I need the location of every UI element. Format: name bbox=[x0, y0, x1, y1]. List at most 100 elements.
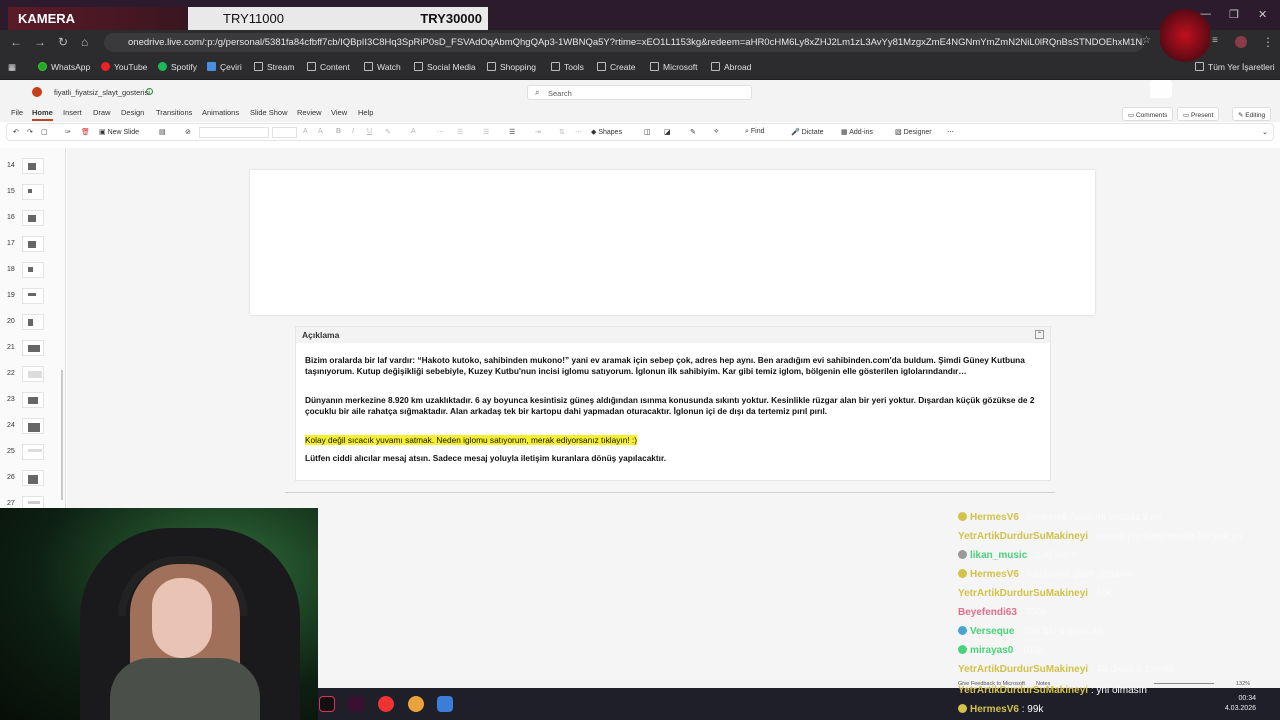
bookmark-tools[interactable]: Tools bbox=[551, 62, 584, 72]
tab-home[interactable]: Home bbox=[32, 108, 53, 121]
font-color-icon[interactable]: A bbox=[411, 128, 416, 135]
search-input[interactable]: ⌕ Search bbox=[527, 85, 752, 100]
underline-icon[interactable]: U bbox=[367, 128, 372, 135]
bookmark-create[interactable]: Create bbox=[597, 62, 636, 72]
direction-icon[interactable]: ⇅ bbox=[559, 128, 565, 136]
align-icon[interactable]: ☰ bbox=[509, 128, 515, 136]
fill-icon[interactable]: ◪ bbox=[664, 128, 671, 136]
delete-icon[interactable]: 🗑 bbox=[81, 128, 90, 136]
current-slide[interactable] bbox=[250, 170, 1095, 315]
apps-icon[interactable]: ▦ bbox=[8, 62, 16, 73]
reload-icon[interactable]: ↻ bbox=[58, 35, 68, 49]
clipboard-icon[interactable]: ▢ bbox=[41, 128, 48, 136]
font-size-select[interactable] bbox=[272, 127, 297, 138]
bookmark-stream[interactable]: Stream bbox=[254, 62, 294, 72]
font-size-up-icon[interactable]: A bbox=[303, 128, 308, 135]
notes-pane[interactable]: Açıklama ⌃ Bizim oralarda bir laf vardır… bbox=[295, 326, 1051, 481]
tab-file[interactable]: File bbox=[11, 108, 23, 117]
designer-button[interactable]: ▧ Designer bbox=[895, 128, 932, 136]
indent-icon[interactable]: ⇥ bbox=[535, 128, 541, 136]
notes-paragraph-2: Dünyanın merkezine 8.920 km uzaklıktadır… bbox=[305, 395, 1035, 416]
arrange-icon[interactable]: ◫ bbox=[644, 128, 651, 136]
numbering-icon[interactable]: ☰ bbox=[483, 128, 489, 136]
chat-badge-icon bbox=[958, 645, 967, 654]
redo-icon[interactable]: ↷ bbox=[27, 128, 33, 136]
folder-icon bbox=[597, 62, 606, 71]
thumbnail-slide-22[interactable]: 22 bbox=[0, 364, 60, 388]
thumbnail-slide-15[interactable]: 15 bbox=[0, 182, 60, 206]
tab-view[interactable]: View bbox=[331, 108, 347, 117]
layout-icon[interactable]: ▤ bbox=[159, 128, 166, 136]
document-title[interactable]: fiyatli_fiyatsiz_slayt_gosterisi bbox=[54, 88, 150, 97]
collapse-notes-icon[interactable]: ⌃ bbox=[1035, 330, 1044, 339]
thumbnail-slide-20[interactable]: 20 bbox=[0, 312, 60, 336]
thumbnail-slide-26[interactable]: 26 bbox=[0, 468, 60, 492]
back-icon[interactable]: ← bbox=[10, 35, 22, 49]
bullets-icon[interactable]: ☰ bbox=[457, 128, 463, 136]
app-icon[interactable] bbox=[348, 696, 364, 712]
thumbnail-scrollbar[interactable] bbox=[61, 370, 63, 500]
notes-header: Açıklama ⌃ bbox=[296, 327, 1050, 343]
format-painter-icon[interactable]: ✑ bbox=[65, 128, 71, 136]
tab-help[interactable]: Help bbox=[358, 108, 373, 117]
more-options-icon[interactable]: ⋯ bbox=[947, 128, 954, 136]
home-icon[interactable]: ⌂ bbox=[81, 35, 88, 49]
tab-insert[interactable]: Insert bbox=[63, 108, 82, 117]
thumbnail-slide-25[interactable]: 25 bbox=[0, 442, 60, 466]
tab-draw[interactable]: Draw bbox=[93, 108, 111, 117]
highlight-icon[interactable]: ✎ bbox=[385, 128, 391, 136]
clear-formatting-icon[interactable]: ⊘ bbox=[185, 128, 191, 136]
thumbnail-slide-21[interactable]: 21 bbox=[0, 338, 60, 362]
bookmark-watch[interactable]: Watch bbox=[364, 62, 401, 72]
bookmark-shopping[interactable]: Shopping bbox=[487, 62, 536, 72]
italic-icon[interactable]: I bbox=[352, 128, 354, 135]
tab-slide-show[interactable]: Slide Show bbox=[250, 108, 288, 117]
chat-badge-icon bbox=[958, 512, 967, 521]
thumbnail-slide-18[interactable]: 18 bbox=[0, 260, 60, 284]
editing-button[interactable]: ✎ Editing bbox=[1232, 107, 1272, 121]
bold-icon[interactable]: B bbox=[336, 128, 341, 135]
app-icon[interactable] bbox=[437, 696, 453, 712]
find-button[interactable]: ⌕ Find bbox=[745, 128, 765, 136]
tab-design[interactable]: Design bbox=[121, 108, 144, 117]
thumbnail-slide-23[interactable]: 23 bbox=[0, 390, 60, 414]
thumbnail-slide-19[interactable]: 19 bbox=[0, 286, 60, 310]
bookmark-social-media[interactable]: Social Media bbox=[414, 62, 476, 72]
bookmark-whatsapp[interactable]: WhatsApp bbox=[38, 62, 90, 72]
outline-icon[interactable]: ✎ bbox=[690, 128, 696, 136]
thumbnail-slide-16[interactable]: 16 bbox=[0, 208, 60, 232]
dictate-button[interactable]: 🎤 Dictate bbox=[791, 128, 823, 136]
present-button[interactable]: ▭ Present bbox=[1177, 107, 1220, 121]
chat-message: YetrArtikDurdurSuMakineyi : 48 diyim o z… bbox=[958, 664, 1175, 675]
collapse-ribbon-icon[interactable]: ⌄ bbox=[1262, 128, 1268, 136]
chrome-icon[interactable] bbox=[378, 696, 394, 712]
comments-button[interactable]: ▭ Comments bbox=[1122, 107, 1174, 121]
bookmark-spotify[interactable]: Spotify bbox=[158, 62, 197, 72]
undo-icon[interactable]: ↶ bbox=[13, 128, 19, 136]
tab-transitions[interactable]: Transitions bbox=[156, 108, 192, 117]
chrome-profile-icon[interactable] bbox=[408, 696, 424, 712]
new-slide-button[interactable]: ▣ New Slide bbox=[99, 128, 139, 136]
chat-message: Verseque : 650 Bin tl diyorum bbox=[958, 626, 1103, 637]
tiktok-icon[interactable] bbox=[319, 696, 335, 712]
url-input[interactable]: onedrive.live.com/:p:/g/personal/5381fa8… bbox=[104, 33, 1144, 52]
forward-icon[interactable]: → bbox=[34, 35, 46, 49]
thumbnail-slide-24[interactable]: 24 bbox=[0, 416, 60, 440]
bookmark-ceviri[interactable]: Çeviri bbox=[207, 62, 242, 72]
thumbnail-slide-14[interactable]: 14 bbox=[0, 156, 60, 180]
microphone-icon: 🎤 bbox=[791, 129, 802, 136]
font-family-select[interactable] bbox=[199, 127, 269, 138]
bookmark-abroad[interactable]: Abroad bbox=[711, 62, 751, 72]
more-font-icon[interactable]: ⋯ bbox=[437, 128, 444, 136]
effects-icon[interactable]: ⟡ bbox=[714, 128, 719, 136]
thumbnail-slide-17[interactable]: 17 bbox=[0, 234, 60, 258]
bookmark-youtube[interactable]: YouTube bbox=[101, 62, 147, 72]
bookmark-content[interactable]: Content bbox=[307, 62, 350, 72]
more-para-icon[interactable]: ⋯ bbox=[575, 128, 582, 136]
addins-button[interactable]: ▦ Add-ins bbox=[841, 128, 873, 136]
bookmark-microsoft[interactable]: Microsoft bbox=[650, 62, 697, 72]
shapes-button[interactable]: ◆ Shapes bbox=[591, 128, 622, 136]
tab-animations[interactable]: Animations bbox=[202, 108, 239, 117]
tab-review[interactable]: Review bbox=[297, 108, 322, 117]
font-size-down-icon[interactable]: A bbox=[318, 128, 323, 135]
